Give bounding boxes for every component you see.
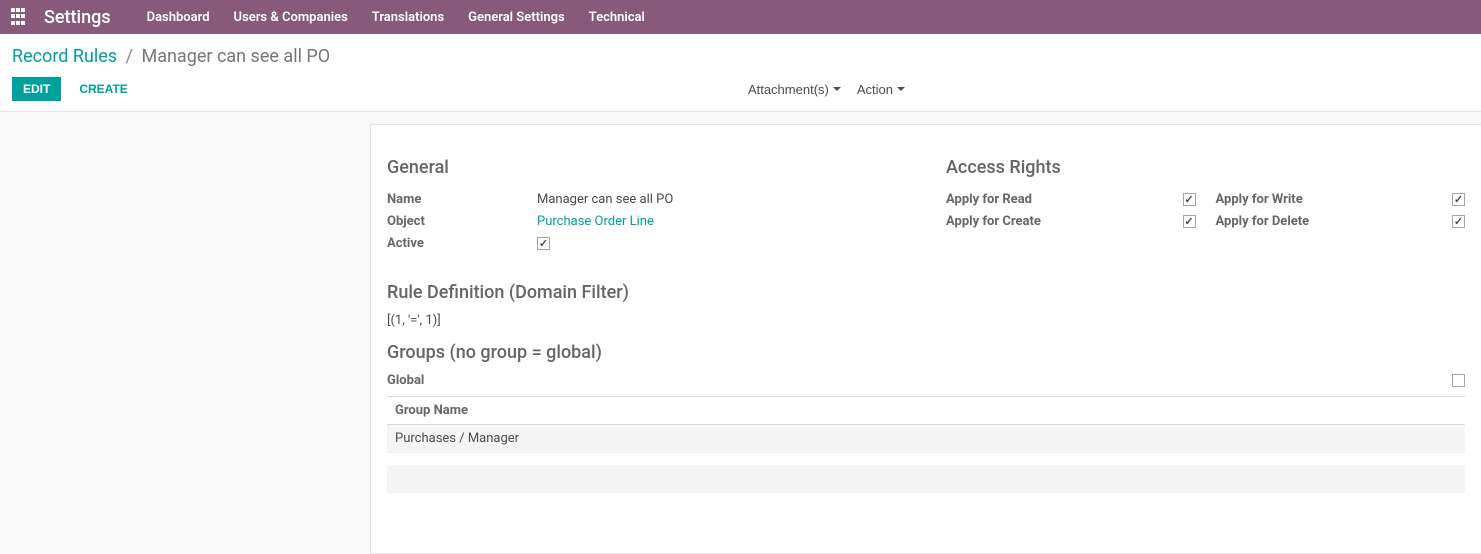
caret-down-icon: [833, 87, 841, 91]
attachments-label: Attachment(s): [748, 82, 829, 97]
label-name: Name: [387, 192, 537, 207]
label-active: Active: [387, 236, 537, 251]
section-access-rights: Access Rights: [946, 157, 1465, 178]
table-row[interactable]: Purchases / Manager: [387, 425, 1465, 453]
label-apply-write: Apply for Write: [1216, 192, 1453, 207]
action-label: Action: [857, 82, 893, 97]
label-object: Object: [387, 214, 537, 229]
action-dropdown[interactable]: Action: [857, 82, 905, 97]
create-button[interactable]: CREATE: [69, 78, 137, 100]
menu-general-settings[interactable]: General Settings: [468, 10, 565, 25]
caret-down-icon: [897, 87, 905, 91]
section-groups: Groups (no group = global): [387, 342, 1465, 363]
value-name: Manager can see all PO: [537, 192, 906, 207]
section-general: General: [387, 157, 906, 178]
apps-icon[interactable]: [10, 7, 30, 27]
top-navbar: Settings Dashboard Users & Companies Tra…: [0, 0, 1481, 34]
checkbox-apply-write[interactable]: [1452, 193, 1465, 206]
menu-translations[interactable]: Translations: [372, 10, 444, 25]
checkbox-global[interactable]: [1452, 374, 1465, 387]
label-global: Global: [387, 373, 1452, 388]
breadcrumb-separator: /: [126, 46, 133, 67]
domain-filter-value: [(1, '=', 1)]: [387, 313, 1465, 328]
breadcrumb: Record Rules / Manager can see all PO: [12, 42, 1465, 77]
section-rule-definition: Rule Definition (Domain Filter): [387, 282, 1465, 303]
breadcrumb-parent[interactable]: Record Rules: [12, 46, 117, 67]
checkbox-apply-delete[interactable]: [1452, 215, 1465, 228]
label-apply-delete: Apply for Delete: [1216, 214, 1453, 229]
menu-dashboard[interactable]: Dashboard: [147, 10, 210, 25]
attachments-dropdown[interactable]: Attachment(s): [748, 82, 841, 97]
label-apply-create: Apply for Create: [946, 214, 1183, 229]
groups-table-header: Group Name: [387, 396, 1465, 425]
breadcrumb-current: Manager can see all PO: [141, 46, 330, 67]
checkbox-apply-read[interactable]: [1183, 193, 1196, 206]
app-brand: Settings: [44, 7, 111, 28]
label-apply-read: Apply for Read: [946, 192, 1183, 207]
menu-users-companies[interactable]: Users & Companies: [234, 10, 348, 25]
control-panel: Record Rules / Manager can see all PO ED…: [0, 34, 1481, 112]
form-sheet: General Name Manager can see all PO Obje…: [370, 124, 1481, 554]
checkbox-active[interactable]: [537, 237, 550, 250]
main-menu: Dashboard Users & Companies Translations…: [147, 10, 645, 25]
menu-technical[interactable]: Technical: [589, 10, 645, 25]
edit-button[interactable]: EDIT: [12, 77, 61, 101]
value-object-link[interactable]: Purchase Order Line: [537, 214, 654, 229]
checkbox-apply-create[interactable]: [1183, 215, 1196, 228]
table-empty-row: [387, 465, 1465, 493]
